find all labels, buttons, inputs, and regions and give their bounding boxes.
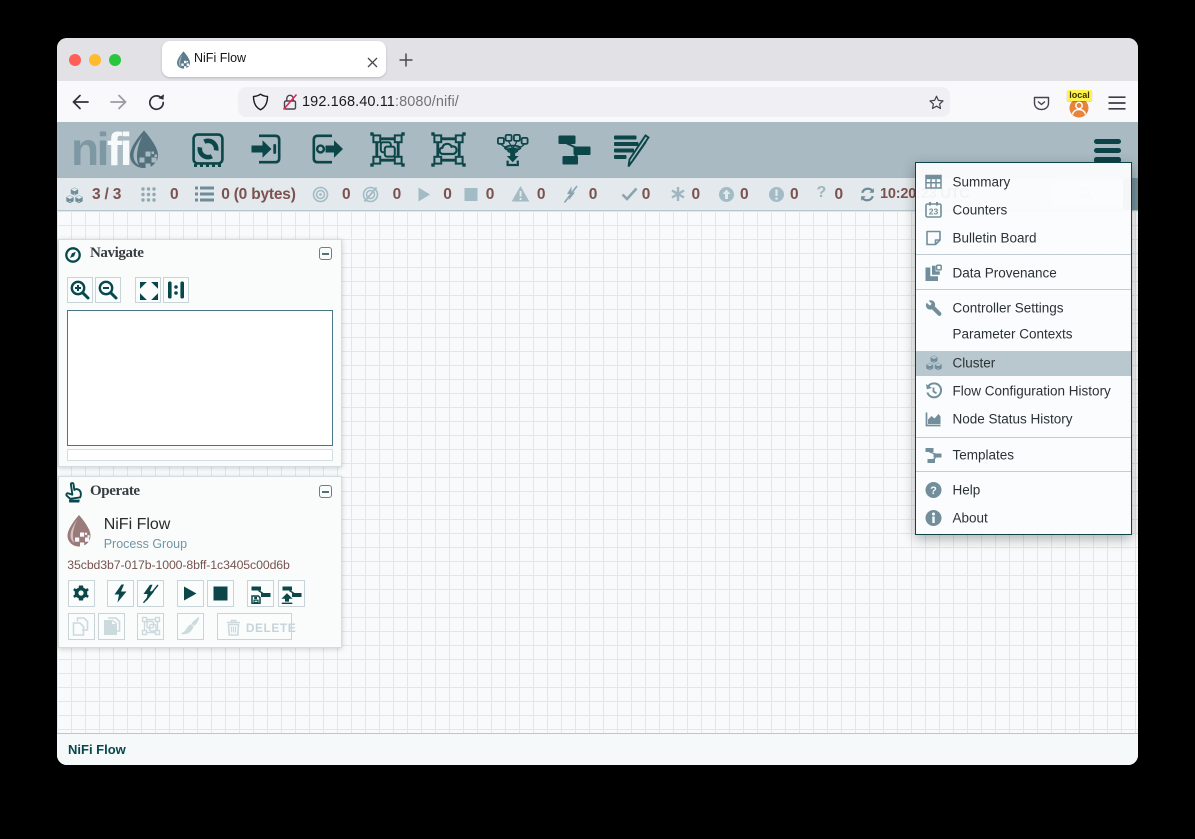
svg-text:23: 23: [929, 206, 939, 216]
svg-text:?: ?: [930, 485, 937, 497]
